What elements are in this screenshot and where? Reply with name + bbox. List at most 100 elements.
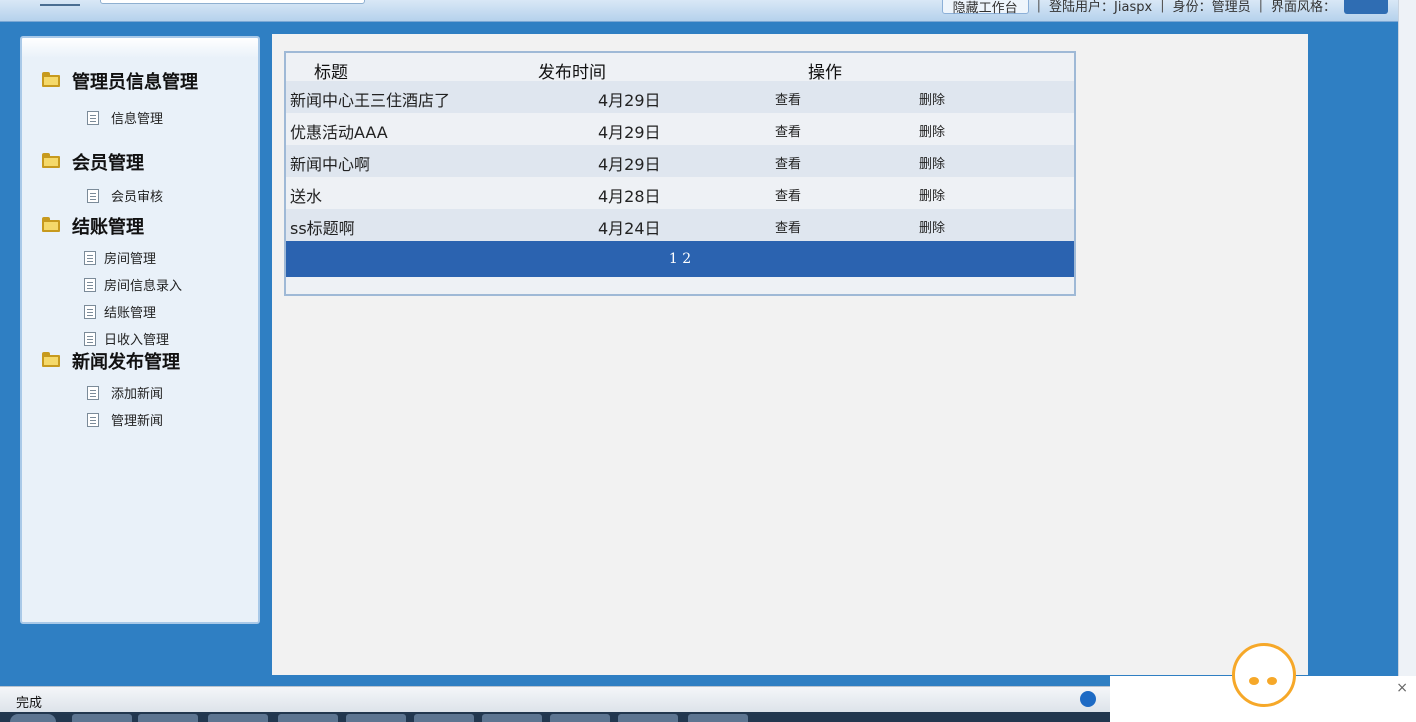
sidebar-group-admin: 管理员信息管理 信息管理	[42, 68, 198, 127]
delete-link[interactable]: 删除	[919, 185, 945, 204]
header-action: 操作	[808, 63, 842, 83]
view-link[interactable]: 查看	[775, 153, 801, 172]
taskbar-button[interactable]	[72, 714, 132, 722]
taskbar-button[interactable]	[414, 714, 474, 722]
view-link[interactable]: 查看	[775, 89, 801, 108]
row-date: 4月24日	[598, 219, 661, 238]
main-content: 标题 发布时间 操作 新闻中心王三住酒店了 4月29日 查看 删除 优惠活动AA…	[272, 34, 1308, 675]
taskbar-button[interactable]	[138, 714, 198, 722]
separator: |	[1160, 0, 1165, 13]
sidebar: 管理员信息管理 信息管理 会员管理 会员审核 结账管理 房间管理 房间信息录入	[20, 36, 260, 624]
table-row: ss标题啊 4月24日 查看 删除	[286, 209, 1074, 241]
sidebar-item-checkout-management[interactable]: 结账管理	[84, 302, 182, 321]
sidebar-group-member: 会员管理 会员审核	[42, 149, 163, 205]
header-title: 标题	[314, 63, 348, 83]
theme-select-button[interactable]	[1344, 0, 1388, 14]
document-icon	[84, 250, 96, 265]
row-date: 4月28日	[598, 187, 661, 206]
sidebar-item-label: 结账管理	[104, 306, 157, 321]
group-title: 会员管理	[72, 153, 144, 174]
sidebar-group-header[interactable]: 管理员信息管理	[42, 68, 198, 94]
document-icon	[84, 331, 96, 346]
table-row: 送水 4月28日 查看 删除	[286, 177, 1074, 209]
row-date: 4月29日	[598, 91, 661, 110]
delete-link[interactable]: 删除	[919, 89, 945, 108]
logo-icon	[40, 0, 80, 6]
sidebar-item-label: 会员审核	[111, 190, 164, 205]
mascot-icon[interactable]	[1232, 643, 1296, 707]
folder-icon	[42, 217, 60, 232]
eye-icon	[1249, 677, 1259, 685]
sidebar-item-add-news[interactable]: 添加新闻	[87, 383, 180, 402]
taskbar-button[interactable]	[278, 714, 338, 722]
sidebar-item-label: 房间信息录入	[104, 279, 183, 294]
sidebar-item-info-management[interactable]: 信息管理	[87, 108, 198, 127]
header-date: 发布时间	[538, 63, 606, 83]
table-body: 新闻中心王三住酒店了 4月29日 查看 删除 优惠活动AAA 4月29日 查看 …	[286, 81, 1074, 241]
document-icon	[87, 188, 99, 203]
separator: |	[1036, 0, 1042, 13]
group-title: 新闻发布管理	[72, 352, 180, 373]
taskbar-button[interactable]	[550, 714, 610, 722]
sidebar-item-manage-news[interactable]: 管理新闻	[87, 410, 180, 429]
sidebar-group-checkout: 结账管理 房间管理 房间信息录入 结账管理 日收入管理	[42, 213, 182, 348]
table-row: 优惠活动AAA 4月29日 查看 删除	[286, 113, 1074, 145]
sidebar-item-label: 管理新闻	[111, 414, 164, 429]
delete-link[interactable]: 删除	[919, 153, 945, 172]
address-input[interactable]	[100, 0, 365, 4]
sidebar-item-room-entry[interactable]: 房间信息录入	[84, 275, 182, 294]
browser-icon	[1080, 691, 1096, 707]
sidebar-group-header[interactable]: 会员管理	[42, 149, 163, 175]
header-right: 隐藏工作台 | 登陆用户：Jiaspx | 身份：管理员 | 界面风格：	[941, 0, 1388, 16]
user-info: 登陆用户：Jiaspx	[1049, 0, 1153, 15]
news-table: 标题 发布时间 操作 新闻中心王三住酒店了 4月29日 查看 删除 优惠活动AA…	[284, 51, 1076, 296]
pagination[interactable]: 1 2	[286, 241, 1074, 277]
group-title: 管理员信息管理	[72, 72, 198, 93]
row-title: 新闻中心啊	[290, 155, 371, 174]
taskbar-button[interactable]	[688, 714, 748, 722]
delete-link[interactable]: 删除	[919, 217, 945, 236]
table-row: 新闻中心啊 4月29日 查看 删除	[286, 145, 1074, 177]
sidebar-item-room-management[interactable]: 房间管理	[84, 248, 182, 267]
taskbar-button[interactable]	[618, 714, 678, 722]
view-link[interactable]: 查看	[775, 217, 801, 236]
status-text: 完成	[16, 696, 43, 711]
folder-icon	[42, 153, 60, 168]
row-date: 4月29日	[598, 123, 661, 142]
eye-icon	[1267, 677, 1277, 685]
sidebar-group-header[interactable]: 结账管理	[42, 213, 182, 239]
document-icon	[84, 277, 96, 292]
taskbar-button[interactable]	[346, 714, 406, 722]
folder-icon	[42, 72, 60, 87]
row-title: 优惠活动AAA	[290, 123, 388, 142]
taskbar-button[interactable]	[208, 714, 268, 722]
document-icon	[87, 110, 99, 125]
document-icon	[84, 304, 96, 319]
delete-link[interactable]: 删除	[919, 121, 945, 140]
table-header: 标题 发布时间 操作	[286, 53, 1074, 83]
view-link[interactable]: 查看	[775, 185, 801, 204]
sidebar-item-member-review[interactable]: 会员审核	[87, 186, 163, 205]
taskbar-button[interactable]	[482, 714, 542, 722]
role-info: 身份：管理员	[1172, 0, 1251, 15]
close-icon[interactable]: ×	[1396, 680, 1408, 696]
theme-label: 界面风格：	[1270, 0, 1336, 15]
scrollbar[interactable]	[1398, 0, 1416, 690]
sidebar-item-label: 房间管理	[104, 252, 157, 267]
hide-workbench-button[interactable]: 隐藏工作台	[941, 0, 1029, 16]
table-row: 新闻中心王三住酒店了 4月29日 查看 删除	[286, 81, 1074, 113]
sidebar-group-news: 新闻发布管理 添加新闻 管理新闻	[42, 348, 180, 429]
sidebar-item-daily-income[interactable]: 日收入管理	[84, 329, 182, 348]
row-date: 4月29日	[598, 155, 661, 174]
group-title: 结账管理	[72, 217, 144, 238]
sidebar-item-label: 添加新闻	[111, 387, 164, 402]
row-title: 送水	[290, 187, 323, 206]
start-button[interactable]	[10, 714, 56, 722]
sidebar-group-header[interactable]: 新闻发布管理	[42, 348, 180, 374]
document-icon	[87, 385, 99, 400]
sidebar-item-label: 信息管理	[111, 112, 164, 127]
row-title: ss标题啊	[290, 219, 355, 238]
view-link[interactable]: 查看	[775, 121, 801, 140]
top-header: 隐藏工作台 | 登陆用户：Jiaspx | 身份：管理员 | 界面风格：	[0, 0, 1398, 22]
row-title: 新闻中心王三住酒店了	[290, 91, 451, 110]
